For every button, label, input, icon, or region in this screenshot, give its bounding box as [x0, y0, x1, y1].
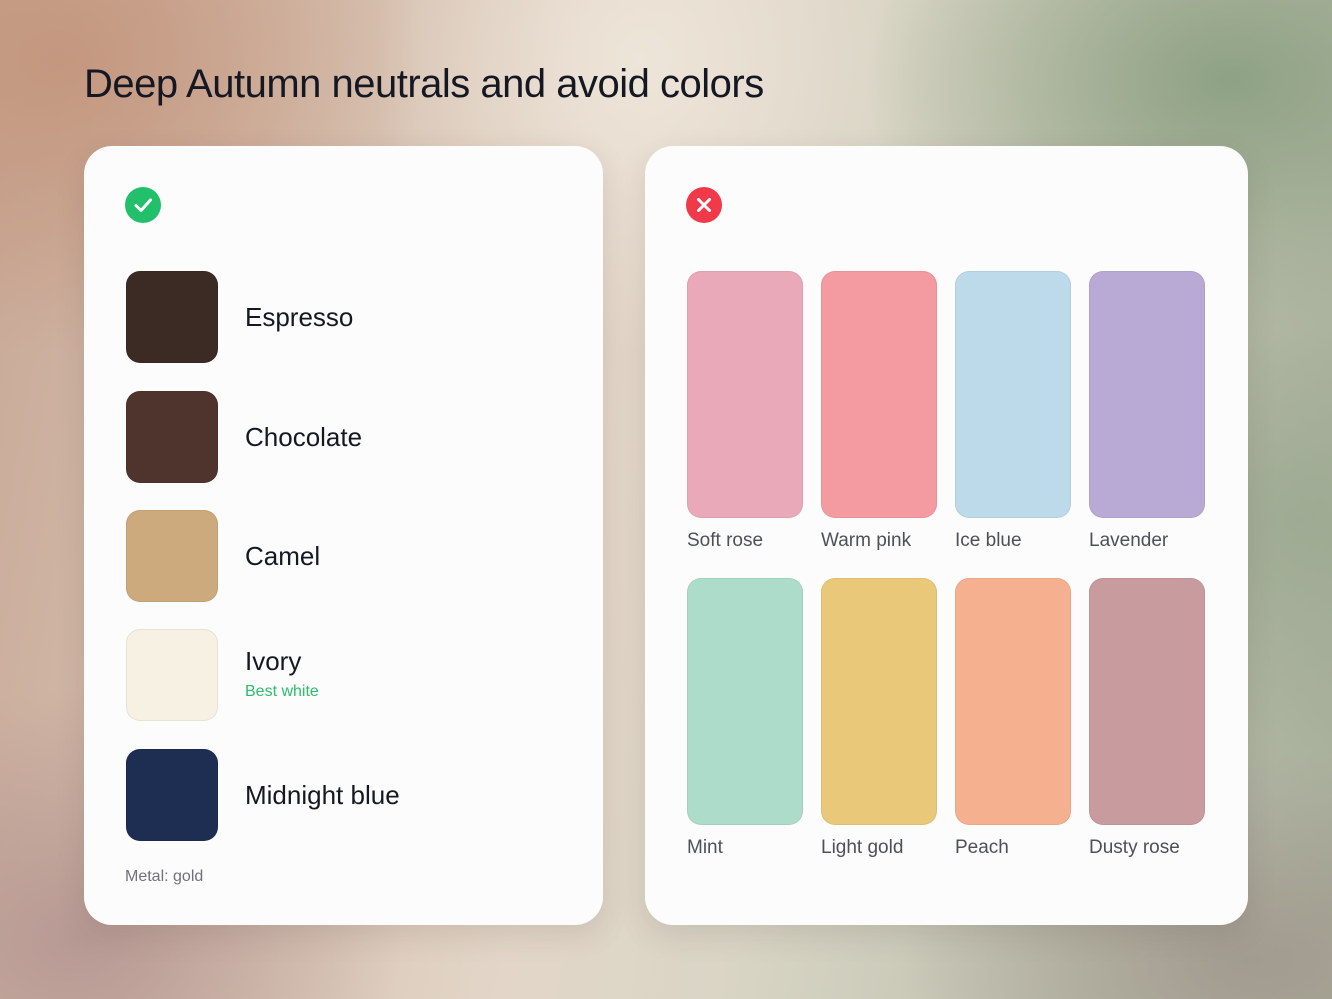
color-swatch	[1089, 578, 1205, 825]
color-name: Soft rose	[687, 530, 764, 551]
color-name: Lavender	[1089, 530, 1169, 551]
avoid-item-light-gold: Light gold	[821, 578, 937, 859]
color-name: Ivory	[245, 646, 302, 676]
color-name: Warm pink	[821, 530, 912, 551]
neutral-item-espresso: Espresso	[126, 271, 546, 363]
color-swatch	[687, 578, 803, 825]
page-title: Deep Autumn neutrals and avoid colors	[84, 62, 764, 106]
color-name: Espresso	[245, 302, 354, 332]
color-swatch	[821, 578, 937, 825]
best-neutrals-panel: Espresso Chocolate Camel Ivory Best whit…	[84, 146, 603, 925]
avoid-colors-panel: Soft rose Warm pink Ice blue Lavender Mi…	[645, 146, 1248, 925]
color-name: Camel	[245, 541, 321, 571]
color-swatch	[687, 271, 803, 518]
color-swatch	[126, 510, 218, 602]
avoid-item-soft-rose: Soft rose	[687, 271, 803, 552]
neutral-item-midnight-blue: Midnight blue	[126, 749, 546, 841]
avoid-item-ice-blue: Ice blue	[955, 271, 1071, 552]
color-swatch	[126, 391, 218, 483]
color-swatch	[1089, 271, 1205, 518]
best-white-note: Best white	[245, 683, 319, 700]
color-name: Ice blue	[955, 530, 1022, 551]
color-name: Peach	[955, 837, 1009, 858]
avoid-item-dusty-rose: Dusty rose	[1089, 578, 1205, 859]
check-icon	[125, 187, 161, 223]
color-name: Midnight blue	[245, 780, 400, 810]
avoid-item-mint: Mint	[687, 578, 803, 859]
metal-note: Metal: gold	[125, 868, 204, 885]
neutral-item-chocolate: Chocolate	[126, 391, 546, 483]
close-icon	[686, 187, 722, 223]
avoid-item-lavender: Lavender	[1089, 271, 1205, 552]
avoid-item-peach: Peach	[955, 578, 1071, 859]
color-swatch	[126, 749, 218, 841]
color-swatch	[126, 271, 218, 363]
color-name: Light gold	[821, 837, 904, 858]
color-swatch	[955, 578, 1071, 825]
color-name: Mint	[687, 837, 723, 858]
neutral-item-camel: Camel	[126, 510, 546, 602]
color-swatch	[821, 271, 937, 518]
avoid-item-warm-pink: Warm pink	[821, 271, 937, 552]
neutral-item-ivory: Ivory Best white	[126, 629, 546, 721]
color-swatch	[955, 271, 1071, 518]
color-swatch	[126, 629, 218, 721]
color-name: Dusty rose	[1089, 837, 1180, 858]
color-name: Chocolate	[245, 422, 363, 452]
